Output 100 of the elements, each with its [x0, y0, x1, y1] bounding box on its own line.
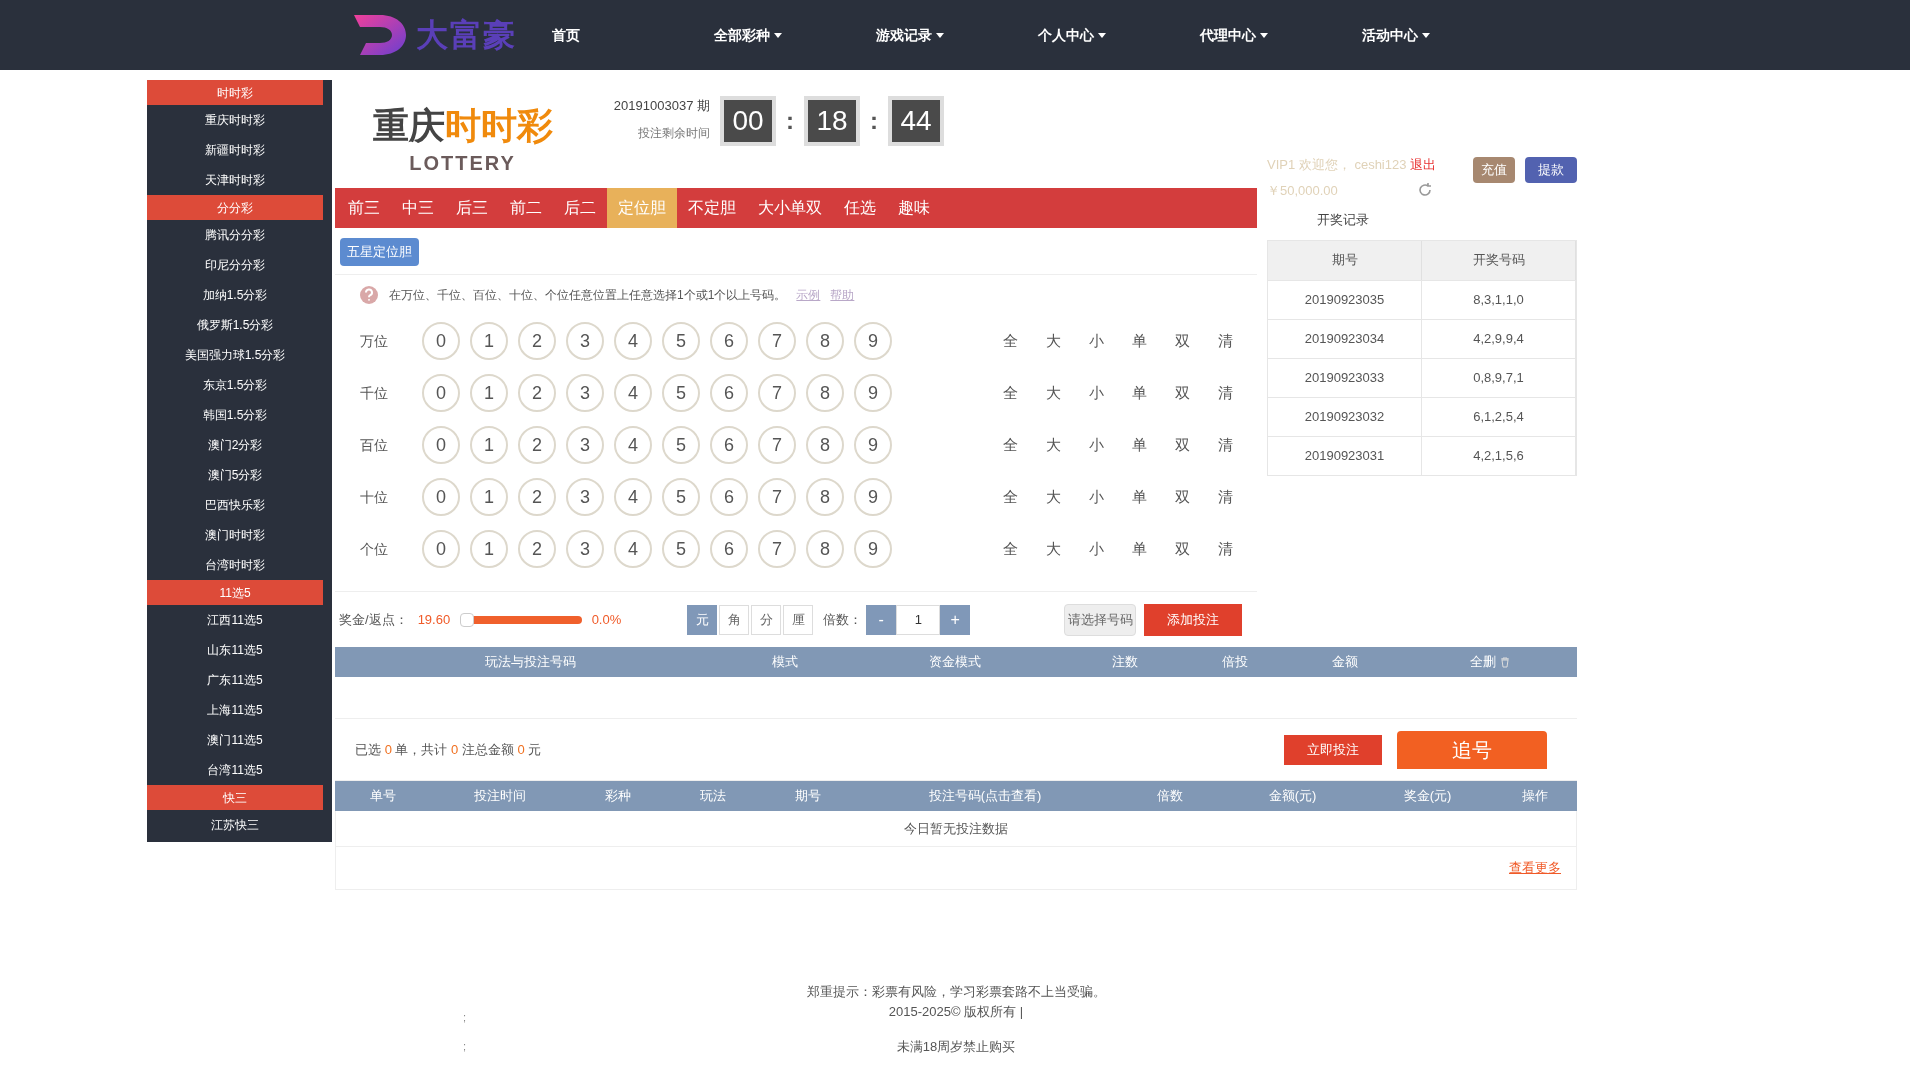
- quick-select-button[interactable]: 全: [989, 329, 1032, 353]
- prize-value: 19.60: [417, 610, 452, 629]
- view-more-link[interactable]: 查看更多: [1509, 858, 1561, 878]
- play-tab[interactable]: 前三: [337, 188, 391, 228]
- welcome-text: VIP1 欢迎您， ceshi123: [1267, 156, 1407, 174]
- quick-select-button[interactable]: 全: [989, 537, 1032, 561]
- footer-text: 2015-2025© 版权所有 |: [888, 1002, 1024, 1021]
- sidebar-item[interactable]: 澳门5分彩: [147, 460, 323, 490]
- sidebar-group-header: 快三: [147, 785, 323, 810]
- trash-icon[interactable]: [1500, 656, 1510, 668]
- sidebar-item[interactable]: 韩国1.5分彩: [147, 400, 323, 430]
- quick-select-button[interactable]: 清: [1204, 381, 1247, 405]
- nav-link[interactable]: 代理中心: [1200, 24, 1362, 46]
- sidebar-item[interactable]: 上海11选5: [147, 695, 323, 725]
- place-bet-button[interactable]: 立即投注: [1284, 734, 1382, 765]
- refresh-icon[interactable]: [1417, 182, 1433, 199]
- add-bet-button[interactable]: 添加投注: [1144, 603, 1243, 636]
- rebate-label: 奖金/返点：: [339, 610, 408, 629]
- table-cell: 20190923034: [1268, 319, 1422, 358]
- position-label: 千位: [360, 383, 389, 403]
- quick-select-button[interactable]: 大: [1032, 537, 1075, 561]
- nav-link[interactable]: 个人中心: [1038, 24, 1200, 46]
- quick-select-button[interactable]: 全: [989, 433, 1032, 457]
- unit-button[interactable]: 角: [719, 604, 750, 635]
- sidebar-item[interactable]: 重庆时时彩: [147, 105, 323, 135]
- sidebar-item[interactable]: 新疆时时彩: [147, 135, 323, 165]
- sidebar-item[interactable]: 美国强力球1.5分彩: [147, 340, 323, 370]
- column-header: 玩法: [698, 787, 727, 806]
- sidebar-item[interactable]: 江苏快三: [147, 810, 323, 840]
- sidebar-item[interactable]: 澳门11选5: [147, 725, 323, 755]
- table-cell: 20190923035: [1268, 280, 1422, 319]
- timer-digits: 00: [720, 96, 776, 146]
- quick-select-button[interactable]: 大: [1032, 381, 1075, 405]
- play-tab[interactable]: 大小单双: [747, 188, 833, 228]
- table-cell: 20190923032: [1268, 397, 1422, 436]
- quick-select-button[interactable]: 小: [1075, 485, 1118, 509]
- quick-select-button[interactable]: 清: [1204, 329, 1247, 353]
- sidebar-item[interactable]: 巴西快乐彩: [147, 490, 323, 520]
- play-tab[interactable]: 中三: [391, 188, 445, 228]
- sidebar-item[interactable]: 天津时时彩: [147, 165, 323, 195]
- quick-select-button[interactable]: 大: [1032, 329, 1075, 353]
- quick-select-button[interactable]: 全: [989, 381, 1032, 405]
- slider-thumb[interactable]: [459, 612, 474, 627]
- empty-message: 今日暂无投注数据: [904, 819, 1008, 838]
- quick-select-button[interactable]: 清: [1204, 537, 1247, 561]
- sidebar-item[interactable]: 台湾时时彩: [147, 550, 323, 580]
- quick-select-button[interactable]: 双: [1161, 329, 1204, 353]
- help-icon: [359, 285, 379, 305]
- table-cell: 0,8,9,7,1: [1422, 358, 1576, 397]
- quick-select-button[interactable]: 单: [1118, 329, 1161, 353]
- sidebar-item[interactable]: 加纳1.5分彩: [147, 280, 323, 310]
- play-tab[interactable]: 后三: [445, 188, 499, 228]
- quick-select-button[interactable]: 小: [1075, 381, 1118, 405]
- quick-select-button[interactable]: 大: [1032, 433, 1075, 457]
- sidebar-item[interactable]: 江西11选5: [147, 605, 323, 635]
- play-tab[interactable]: 后二: [553, 188, 607, 228]
- quick-select-button[interactable]: 单: [1118, 433, 1161, 457]
- quick-select-button[interactable]: 双: [1161, 485, 1204, 509]
- quick-select-button[interactable]: 双: [1161, 381, 1204, 405]
- unit-button[interactable]: 分: [751, 604, 782, 635]
- quick-select-button[interactable]: 单: [1118, 381, 1161, 405]
- sidebar-item[interactable]: 腾讯分分彩: [147, 220, 323, 250]
- play-tab[interactable]: 任选: [833, 188, 887, 228]
- nav-link[interactable]: 首页: [552, 24, 714, 46]
- position-label: 个位: [360, 539, 389, 559]
- quick-select-button[interactable]: 双: [1161, 537, 1204, 561]
- quick-select-button[interactable]: 单: [1118, 485, 1161, 509]
- quick-select-button[interactable]: 清: [1204, 433, 1247, 457]
- quick-select-button[interactable]: 小: [1075, 329, 1118, 353]
- logout-link[interactable]: 退出: [1410, 155, 1437, 175]
- sidebar-item[interactable]: 俄罗斯1.5分彩: [147, 310, 323, 340]
- select-numbers-button[interactable]: 请选择号码: [1064, 603, 1137, 636]
- nav-link[interactable]: 活动中心: [1362, 24, 1524, 46]
- quick-select-button[interactable]: 清: [1204, 485, 1247, 509]
- nav-link[interactable]: 全部彩种: [714, 24, 876, 46]
- multiple-input[interactable]: 1: [896, 604, 941, 635]
- nav-link[interactable]: 游戏记录: [876, 24, 1038, 46]
- quick-select-button[interactable]: 小: [1075, 433, 1118, 457]
- sidebar-item[interactable]: 东京1.5分彩: [147, 370, 323, 400]
- sidebar-item[interactable]: 澳门时时彩: [147, 520, 323, 550]
- sidebar-item[interactable]: 广东11选5: [147, 665, 323, 695]
- sidebar-item[interactable]: 台湾11选5: [147, 755, 323, 785]
- quick-select-button[interactable]: 全: [989, 485, 1032, 509]
- timer-separator: :: [870, 106, 878, 136]
- sidebar-item[interactable]: 山东11选5: [147, 635, 323, 665]
- rebate-slider[interactable]: [459, 612, 582, 627]
- column-header: 金额: [1331, 653, 1359, 672]
- sidebar-item[interactable]: 印尼分分彩: [147, 250, 323, 280]
- brand-name: 大富豪: [416, 16, 517, 55]
- play-tab[interactable]: 不定胆: [677, 188, 747, 228]
- multiple-label: 倍数：: [823, 610, 863, 629]
- quick-select-button[interactable]: 双: [1161, 433, 1204, 457]
- quick-select-button[interactable]: 大: [1032, 485, 1075, 509]
- play-tab[interactable]: 趣味: [887, 188, 941, 228]
- quick-select-button[interactable]: 单: [1118, 537, 1161, 561]
- unit-button[interactable]: 厘: [783, 604, 814, 635]
- quick-select-button[interactable]: 小: [1075, 537, 1118, 561]
- sidebar-item[interactable]: 澳门2分彩: [147, 430, 323, 460]
- withdraw-button[interactable]: 提款: [1525, 157, 1577, 183]
- play-tab[interactable]: 前二: [499, 188, 553, 228]
